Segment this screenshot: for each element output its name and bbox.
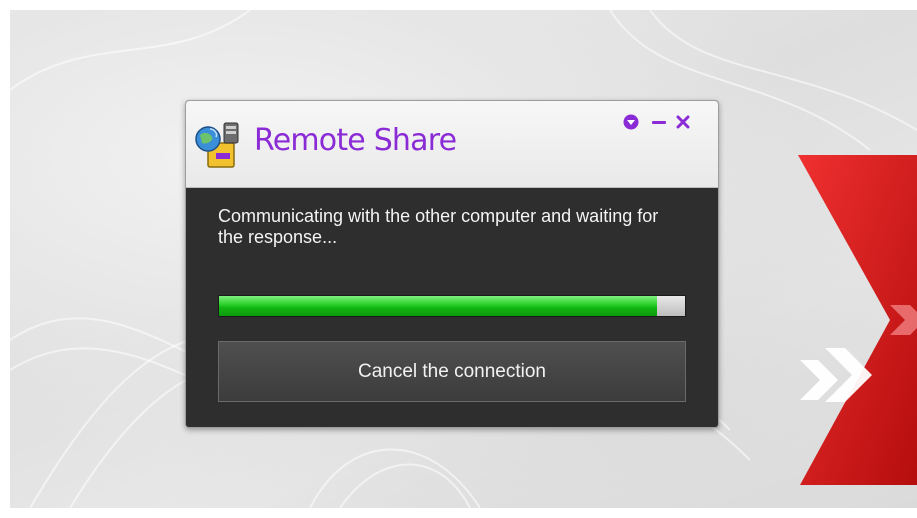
cancel-connection-label: Cancel the connection: [357, 360, 546, 382]
progress-bar-fill: [219, 296, 658, 316]
app-title: Remote Share: [254, 123, 457, 158]
status-message: Communicating with the other computer an…: [218, 206, 659, 247]
close-icon[interactable]: [674, 113, 692, 131]
minimize-icon[interactable]: [650, 113, 668, 131]
remote-share-app-icon: [195, 122, 239, 168]
window-controls: [622, 113, 702, 133]
dialog-titlebar[interactable]: Remote Share: [186, 101, 718, 188]
dropdown-menu-icon[interactable]: [622, 113, 640, 131]
dialog-content: Communicating with the other computer an…: [186, 188, 718, 427]
remote-share-dialog: Remote Share Communicating with the othe…: [185, 100, 719, 428]
cancel-connection-button[interactable]: Cancel the connection: [218, 341, 686, 402]
progress-bar: [218, 295, 686, 317]
